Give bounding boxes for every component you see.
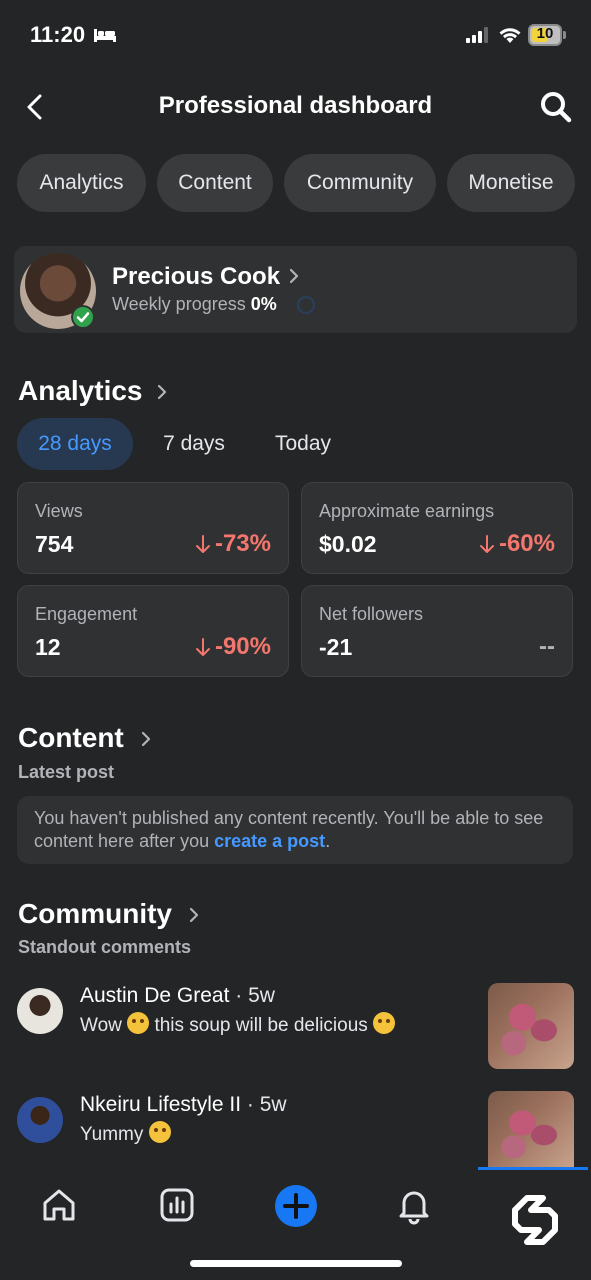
stat-delta-value: -60%	[498, 530, 555, 557]
overlay-logo-icon	[512, 1195, 558, 1245]
status-time: 11:20	[30, 22, 86, 47]
pill-monetise[interactable]: Monetise	[447, 154, 575, 212]
stat-value: -21	[319, 634, 353, 660]
stat-delta-value: -73%	[214, 530, 271, 557]
stat-delta: -90%	[195, 633, 271, 661]
comment-author-line: Nkeiru Lifestyle II · 5w	[80, 1093, 287, 1117]
yum-emoji-icon	[373, 1012, 396, 1034]
weekly-progress: Weekly progress 0%	[112, 294, 277, 315]
comment-text-start: Yummy	[80, 1124, 149, 1145]
comment-text: Yummy	[80, 1121, 171, 1146]
search-icon[interactable]	[538, 90, 574, 124]
chevron-right-icon[interactable]	[139, 729, 153, 749]
chevron-right-icon[interactable]	[155, 382, 169, 402]
arrow-down-icon	[195, 638, 210, 656]
comment-text-start: Wow	[80, 1015, 128, 1036]
tab-28-days[interactable]: 28 days	[17, 418, 133, 470]
arrow-down-icon	[195, 535, 210, 553]
comment-avatar[interactable]	[17, 988, 63, 1034]
comment-time: · 5w	[229, 984, 275, 1007]
comment-text: Wow this soup will be delicious	[80, 1012, 396, 1037]
chevron-right-icon[interactable]	[187, 905, 201, 925]
stat-card-net-followers[interactable]: Net followers -21 --	[301, 585, 573, 677]
arrow-down-icon	[479, 535, 494, 553]
pill-content[interactable]: Content	[157, 154, 273, 212]
battery-level: 10	[536, 25, 554, 42]
stat-delta-value: -90%	[214, 633, 271, 660]
pill-analytics[interactable]: Analytics	[17, 154, 146, 212]
dashboard-chart-icon[interactable]	[157, 1185, 197, 1225]
page-title: Professional dashboard	[158, 92, 433, 119]
stat-label: Views	[35, 501, 83, 521]
profile-card[interactable]	[14, 246, 577, 333]
stat-label: Engagement	[35, 604, 138, 624]
analytics-heading[interactable]: Analytics	[18, 375, 143, 407]
stat-label: Approximate earnings	[319, 501, 495, 521]
comment-time: · 5w	[241, 1093, 287, 1116]
stat-label: Net followers	[319, 604, 424, 624]
community-subtitle: Standout comments	[18, 937, 192, 957]
stat-value: $0.02	[319, 531, 377, 557]
battery-icon: 10	[528, 24, 566, 46]
comment-avatar[interactable]	[17, 1097, 63, 1143]
content-empty-notice: You haven't published any content recent…	[17, 796, 573, 864]
content-subtitle: Latest post	[18, 762, 115, 782]
stat-value: 754	[35, 531, 74, 557]
community-heading[interactable]: Community	[18, 898, 172, 930]
tab-today[interactable]: Today	[257, 418, 349, 470]
chevron-right-icon	[289, 268, 299, 284]
sleep-focus-icon	[94, 29, 116, 42]
yum-emoji-icon	[148, 1121, 171, 1143]
stat-value: 12	[35, 634, 61, 660]
comment-author[interactable]: Nkeiru Lifestyle II	[80, 1093, 241, 1116]
comment-post-thumbnail[interactable]	[488, 1091, 574, 1171]
notifications-bell-icon[interactable]	[394, 1185, 434, 1225]
wifi-icon	[499, 28, 521, 43]
stat-delta: --	[539, 633, 555, 661]
home-icon[interactable]	[39, 1185, 79, 1225]
tab-7-days[interactable]: 7 days	[145, 418, 243, 470]
content-heading[interactable]: Content	[18, 722, 124, 754]
stat-delta-value: --	[539, 633, 555, 660]
star-struck-emoji-icon	[127, 1012, 150, 1034]
profile-name[interactable]: Precious Cook	[112, 263, 280, 291]
comment-post-thumbnail[interactable]	[488, 983, 574, 1069]
weekly-progress-label: Weekly progress	[112, 294, 246, 314]
progress-ring-icon	[296, 295, 316, 315]
nav-active-indicator	[478, 1167, 588, 1170]
pill-community[interactable]: Community	[284, 154, 436, 212]
stat-delta: -60%	[479, 530, 555, 558]
create-plus-icon[interactable]	[274, 1184, 318, 1228]
create-post-link[interactable]: create a post	[214, 831, 325, 851]
cellular-signal-icon	[466, 27, 488, 43]
stat-card-views[interactable]: Views 754 -73%	[17, 482, 289, 574]
notice-end: .	[325, 831, 331, 851]
home-indicator	[190, 1260, 402, 1267]
weekly-progress-value: 0%	[250, 294, 277, 314]
stat-delta: -73%	[195, 530, 271, 558]
comment-text-end: this soup will be delicious	[149, 1015, 374, 1036]
comment-author[interactable]: Austin De Great	[80, 984, 229, 1007]
verified-check-icon	[71, 305, 95, 329]
stat-card-engagement[interactable]: Engagement 12 -90%	[17, 585, 289, 677]
comment-author-line: Austin De Great · 5w	[80, 984, 275, 1008]
stat-card-earnings[interactable]: Approximate earnings $0.02 -60%	[301, 482, 573, 574]
